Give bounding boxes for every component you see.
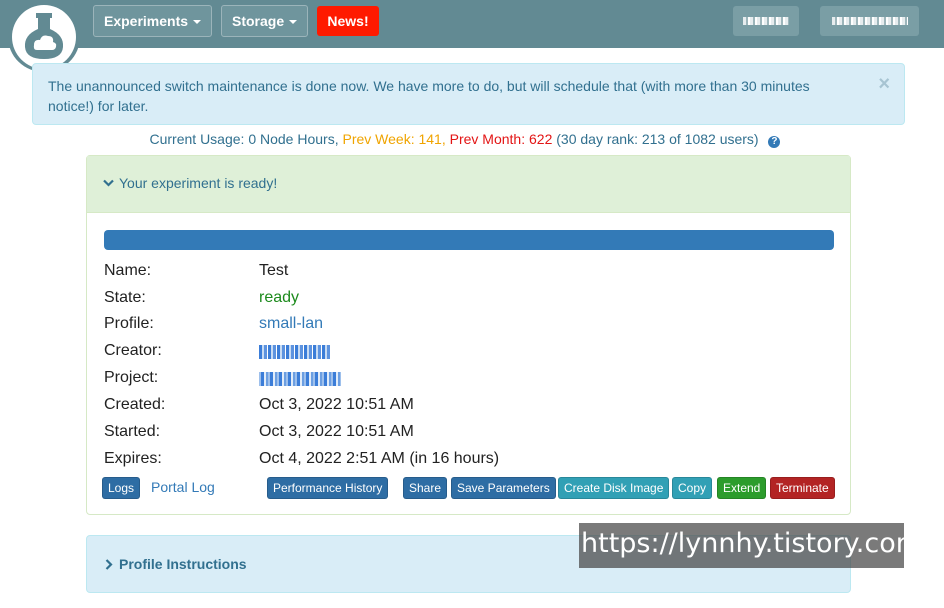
prev-week-usage: Prev Week: 141, <box>342 131 446 147</box>
started-label: Started: <box>104 423 161 440</box>
creator-redacted <box>259 345 331 359</box>
current-usage: Current Usage: 0 Node Hours, <box>149 131 339 147</box>
portal-log-link[interactable]: Portal Log <box>151 479 215 495</box>
experiments-menu-button[interactable]: Experiments <box>93 5 213 37</box>
experiments-menu-label: Experiments <box>104 13 189 29</box>
storage-menu-button[interactable]: Storage <box>221 5 309 37</box>
expires-value: Oct 4, 2022 2:51 AM (in 16 hours) <box>259 450 500 467</box>
performance-history-button[interactable]: Performance History <box>267 477 389 499</box>
state-value: ready <box>259 289 300 306</box>
experiment-status-panel: Your experiment is ready! Name: Test Sta… <box>86 155 851 515</box>
logs-button[interactable]: Logs <box>102 477 141 499</box>
watermark: https://lynnhy.tistory.com <box>579 523 922 568</box>
save-parameters-button[interactable]: Save Parameters <box>451 477 556 499</box>
close-icon[interactable]: × <box>878 74 890 94</box>
experiment-status-heading[interactable]: Your experiment is ready! <box>87 156 850 213</box>
terminate-button[interactable]: Terminate <box>770 477 835 499</box>
project-redacted <box>259 372 341 386</box>
creator-value[interactable] <box>259 342 331 364</box>
usage-summary: Current Usage: 0 Node Hours, Prev Week: … <box>0 130 930 148</box>
chevron-down-icon <box>289 20 298 25</box>
usage-rank: (30 day rank: 213 of 1082 users) <box>556 131 759 147</box>
experiment-progress-bar <box>104 230 834 250</box>
extend-button[interactable]: Extend <box>717 477 767 499</box>
experiment-status-title: Your experiment is ready! <box>119 175 278 191</box>
name-label: Name: <box>104 262 152 279</box>
share-button[interactable]: Share <box>403 477 448 499</box>
expires-label: Expires: <box>104 450 162 467</box>
profile-instructions-title: Profile Instructions <box>119 556 247 572</box>
state-label: State: <box>104 289 146 306</box>
created-value: Oct 3, 2022 10:51 AM <box>259 396 414 413</box>
prev-month-usage: Prev Month: 622 <box>449 131 553 147</box>
alert-text: The unannounced switch maintenance is do… <box>48 78 810 114</box>
profile-link[interactable]: small-lan <box>259 315 323 333</box>
chevron-down-icon <box>193 20 202 25</box>
maintenance-alert: The unannounced switch maintenance is do… <box>32 63 905 125</box>
profile-label: Profile: <box>104 315 154 332</box>
help-icon[interactable]: ? <box>768 136 781 148</box>
project-menu-button[interactable] <box>820 6 919 36</box>
name-value: Test <box>259 262 289 279</box>
created-label: Created: <box>104 396 166 413</box>
started-value: Oct 3, 2022 10:51 AM <box>259 423 414 440</box>
chevron-down-icon <box>103 179 114 187</box>
news-button[interactable]: News! <box>317 6 379 36</box>
project-label: Project: <box>104 369 159 386</box>
top-navbar: Experiments Storage News! <box>0 0 944 48</box>
copy-button[interactable]: Copy <box>672 477 713 499</box>
logo[interactable] <box>8 2 80 72</box>
user-menu-button[interactable] <box>733 6 799 36</box>
creator-label: Creator: <box>104 342 162 359</box>
create-disk-image-button[interactable]: Create Disk Image <box>558 477 670 499</box>
storage-menu-label: Storage <box>232 13 285 29</box>
chevron-right-icon <box>105 559 113 570</box>
project-value[interactable] <box>259 369 341 391</box>
flask-icon <box>24 13 64 59</box>
